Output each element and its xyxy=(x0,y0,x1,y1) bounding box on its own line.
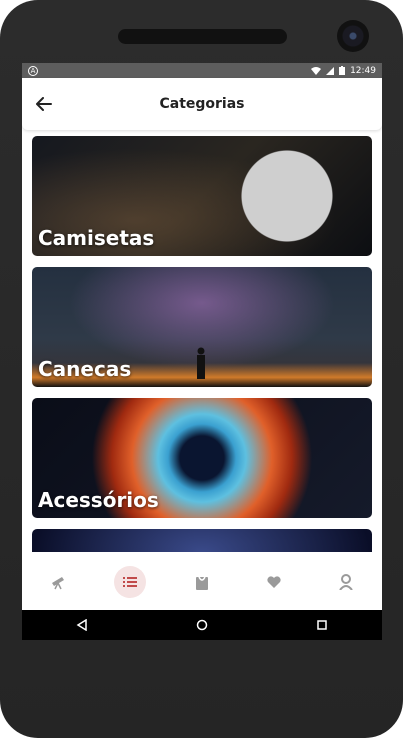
category-list[interactable]: Camisetas Canecas Acessórios xyxy=(32,136,372,552)
status-time: 12:49 xyxy=(350,65,376,76)
system-navigation-bar xyxy=(22,610,382,640)
nav-favorites[interactable] xyxy=(258,566,290,598)
battery-icon xyxy=(339,66,346,75)
system-back-button[interactable] xyxy=(72,615,92,635)
category-card-acessorios[interactable]: Acessórios xyxy=(32,398,372,518)
category-card-canecas[interactable]: Canecas xyxy=(32,267,372,387)
arrow-left-icon xyxy=(36,97,52,111)
phone-frame: A 12:49 Categorias Camisetas Canecas Ace… xyxy=(0,0,403,738)
heart-icon xyxy=(267,575,281,588)
wifi-icon xyxy=(311,66,322,75)
triangle-back-icon xyxy=(76,619,87,631)
user-icon xyxy=(339,574,353,590)
list-icon xyxy=(123,577,137,587)
app-bar: Categorias xyxy=(22,78,382,130)
system-home-button[interactable] xyxy=(192,615,212,635)
front-camera xyxy=(337,20,369,52)
nav-list[interactable] xyxy=(114,566,146,598)
notification-icon: A xyxy=(28,65,38,76)
telescope-icon xyxy=(52,577,64,590)
nav-bag[interactable] xyxy=(186,566,218,598)
system-recents-button[interactable] xyxy=(312,615,332,635)
bag-icon xyxy=(196,576,208,590)
page-title: Categorias xyxy=(159,96,245,112)
status-bar: A 12:49 xyxy=(22,63,382,78)
circle-home-icon xyxy=(196,619,208,631)
back-button[interactable] xyxy=(32,92,56,116)
bottom-navigation xyxy=(22,552,382,612)
signal-icon xyxy=(326,66,335,75)
status-right: 12:49 xyxy=(311,66,376,76)
category-card-partial[interactable] xyxy=(32,529,372,552)
nav-telescope[interactable] xyxy=(42,566,74,598)
category-label: Acessórios xyxy=(38,488,159,512)
category-label: Camisetas xyxy=(38,226,155,250)
screen: A 12:49 Categorias Camisetas Canecas Ace… xyxy=(22,63,382,640)
category-label: Canecas xyxy=(38,357,132,381)
nav-profile[interactable] xyxy=(330,566,362,598)
earpiece-speaker xyxy=(118,29,287,44)
square-recents-icon xyxy=(317,620,327,630)
category-card-camisetas[interactable]: Camisetas xyxy=(32,136,372,256)
person-silhouette-image xyxy=(197,347,205,379)
